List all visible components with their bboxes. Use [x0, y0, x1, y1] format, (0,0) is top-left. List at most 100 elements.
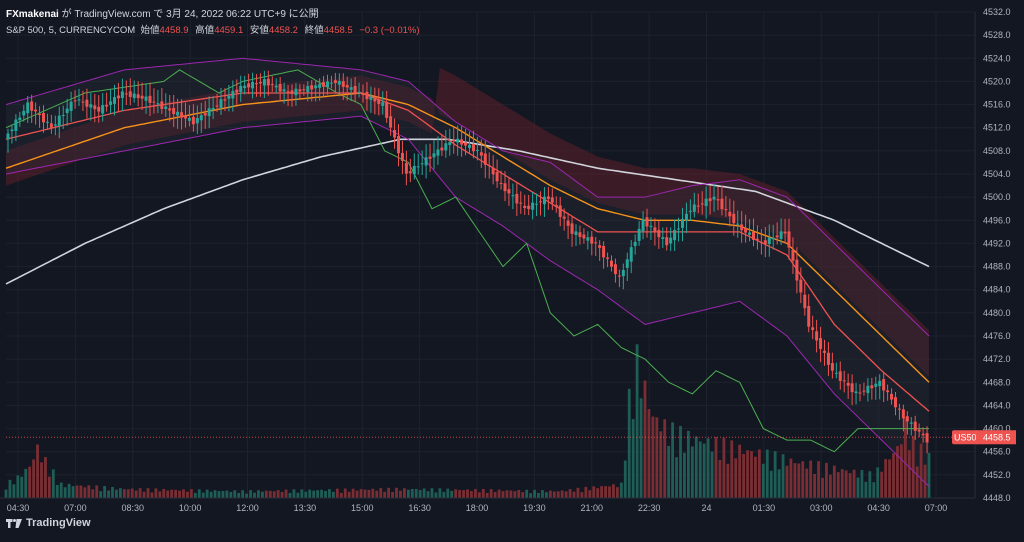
candle-body — [578, 232, 582, 237]
x-tick-label: 03:00 — [810, 503, 833, 513]
volume-bar — [47, 476, 51, 498]
volume-bar — [825, 462, 828, 498]
volume-bar — [584, 486, 588, 498]
candle-body — [858, 392, 862, 394]
candle-body — [69, 101, 73, 111]
y-tick-label: 4504.0 — [983, 169, 1011, 179]
candle-body — [14, 119, 18, 131]
volume-bar — [410, 489, 414, 498]
x-tick-label: 24 — [701, 503, 711, 513]
volume-bar — [280, 492, 284, 498]
volume-bar — [399, 490, 402, 498]
volume-bar — [489, 489, 493, 498]
volume-bar — [651, 416, 655, 498]
volume-bar — [671, 422, 675, 498]
symbol-name[interactable]: S&P 500, 5, CURRENCYCOM — [6, 25, 135, 36]
volume-bar — [710, 451, 714, 498]
volume-bar — [166, 490, 170, 498]
volume-bar — [919, 443, 923, 498]
candle-body — [704, 198, 708, 207]
candle-body — [598, 245, 602, 248]
volume-bar — [757, 449, 761, 498]
volume-bar — [647, 409, 651, 498]
y-tick-label: 4524.0 — [983, 53, 1011, 63]
candle-body — [590, 236, 594, 244]
volume-bar — [71, 486, 75, 498]
candle-body — [846, 382, 850, 386]
volume-bar — [742, 453, 746, 498]
candle-body — [550, 197, 554, 203]
volume-bar — [765, 449, 769, 498]
volume-bar — [55, 484, 59, 498]
volume-bar — [773, 451, 777, 498]
volume-bar — [395, 487, 398, 498]
y-tick-label: 4452.0 — [983, 470, 1011, 480]
candle-body — [266, 78, 270, 86]
candle-body — [195, 117, 199, 124]
volume-bar — [339, 492, 343, 498]
candle-body — [389, 116, 393, 128]
candle-body — [637, 228, 641, 241]
close-label: 終値 — [304, 25, 324, 36]
candle-body — [826, 352, 830, 365]
volume-bar — [738, 444, 742, 498]
chart-area[interactable]: 4532.0 4528.0 4524.0 4520.0 4516.0 4512.0 4508… — [0, 0, 1024, 537]
candle-body — [700, 203, 704, 205]
candle-body — [913, 421, 917, 431]
candle-body — [716, 199, 720, 201]
x-tick-label: 22:30 — [638, 503, 661, 513]
candle-body — [180, 112, 184, 118]
candle-body — [203, 113, 207, 116]
volume-bar — [663, 419, 667, 498]
volume-bar — [769, 470, 773, 498]
candle-body — [866, 385, 870, 394]
volume-bar — [249, 490, 252, 498]
volume-bar — [828, 474, 832, 498]
candle-body — [803, 294, 807, 309]
volume-bar — [896, 446, 899, 498]
y-tick-label: 4468.0 — [983, 377, 1011, 387]
candle-body — [89, 104, 93, 108]
candle-body — [26, 102, 30, 114]
volume-bar — [189, 489, 193, 498]
volume-bar — [174, 489, 178, 498]
volume-bar — [107, 490, 110, 498]
candle-body — [353, 85, 357, 94]
x-tick-label: 07:00 — [64, 503, 87, 513]
volume-bar — [509, 490, 513, 498]
candle-body — [539, 201, 542, 203]
volume-bar — [20, 476, 24, 498]
volume-bar — [379, 488, 383, 498]
open-value: 4458.9 — [159, 25, 189, 36]
candle-body — [223, 99, 227, 101]
volume-bar — [237, 492, 241, 498]
candle-body — [152, 101, 156, 103]
y-tick-label: 4464.0 — [983, 400, 1011, 410]
volume-bar — [517, 489, 521, 498]
candle-body — [633, 241, 637, 247]
price-chart[interactable]: 4532.0 4528.0 4524.0 4520.0 4516.0 4512.0 4508… — [0, 0, 1024, 537]
volume-bar — [903, 417, 907, 498]
candle-body — [361, 94, 365, 96]
candle-body — [262, 79, 266, 86]
volume-bar — [51, 469, 55, 498]
candle-body — [270, 83, 274, 85]
candle-body — [684, 213, 688, 222]
volume-bar — [260, 491, 264, 498]
candle-body — [527, 205, 531, 209]
candle-body — [381, 102, 385, 106]
author-name[interactable]: FXmakenai — [6, 9, 59, 20]
candle-body — [156, 103, 160, 105]
volume-bar — [442, 491, 446, 498]
candle-body — [22, 110, 26, 116]
candle-body — [688, 210, 692, 212]
candle-body — [326, 81, 329, 87]
candle-body — [448, 142, 452, 146]
volume-bar — [572, 491, 576, 498]
volume-bar — [604, 486, 607, 498]
x-tick-label: 18:00 — [466, 503, 489, 513]
candle-body — [61, 114, 65, 116]
candle-body — [519, 202, 523, 204]
candle-body — [471, 143, 475, 152]
candle-body — [251, 82, 255, 89]
